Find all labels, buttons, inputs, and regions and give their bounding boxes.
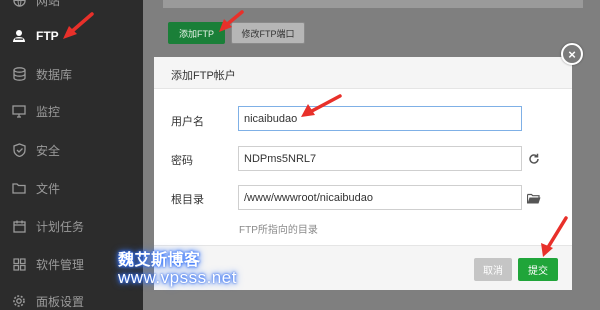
password-label: 密码 [171, 155, 193, 167]
username-input[interactable]: nicaibudao [238, 106, 522, 131]
grid-icon [12, 257, 26, 271]
dialog-header: 添加FTP帐户 [154, 57, 572, 89]
sidebar-item-label: 安全 [36, 143, 61, 158]
monitor-icon [12, 104, 26, 118]
add-ftp-button[interactable]: 添加FTP [168, 22, 225, 44]
close-dialog-button[interactable]: × [561, 43, 583, 65]
shield-icon [12, 143, 26, 157]
globe-icon [12, 0, 26, 7]
top-panel [163, 0, 583, 8]
dialog-title: 添加FTP帐户 [171, 70, 236, 82]
cancel-button[interactable]: 取消 [474, 258, 512, 281]
sidebar-item-label: 计划任务 [36, 219, 85, 234]
root-dir-label: 根目录 [171, 194, 204, 206]
sidebar-item-monitor[interactable]: 监控 [0, 92, 143, 130]
root-dir-hint: FTP所指向的目录 [239, 225, 318, 236]
folder-open-icon[interactable] [527, 191, 541, 205]
gear-icon [12, 294, 26, 308]
sidebar-item-label: 数据库 [36, 67, 73, 82]
sidebar-item-files[interactable]: 文件 [0, 169, 143, 207]
modify-ftp-port-button[interactable]: 修改FTP端口 [231, 22, 305, 44]
root-dir-input[interactable]: /www/wwwroot/nicaibudao [238, 185, 522, 210]
refresh-password-icon[interactable] [527, 152, 541, 166]
watermark-url: www.vpsss.net [118, 268, 237, 287]
sidebar-item-label: 文件 [36, 181, 61, 196]
sidebar-item-label: 面板设置 [36, 294, 85, 309]
username-label: 用户名 [171, 116, 204, 128]
ftp-user-icon [12, 29, 26, 43]
sidebar-item-ftp[interactable]: FTP [0, 17, 143, 55]
calendar-icon [12, 219, 26, 233]
sidebar-item-label: 软件管理 [36, 257, 85, 272]
sidebar-item-security[interactable]: 安全 [0, 131, 143, 169]
sidebar-item-cron[interactable]: 计划任务 [0, 207, 143, 245]
password-input[interactable]: NDPms5NRL7 [238, 146, 522, 171]
watermark-name: 魏艾斯博客 [118, 252, 201, 269]
sidebar-item-label: 监控 [36, 104, 61, 119]
database-icon [12, 67, 26, 81]
add-ftp-dialog: 添加FTP帐户 用户名 nicaibudao 密码 NDPms5NRL7 根目录… [154, 57, 572, 290]
sidebar-item-label: 网站 [36, 0, 61, 8]
folder-icon [12, 181, 26, 195]
sidebar-item-database[interactable]: 数据库 [0, 55, 143, 93]
sidebar-item-label: FTP [36, 29, 59, 43]
submit-button[interactable]: 提交 [518, 258, 558, 281]
